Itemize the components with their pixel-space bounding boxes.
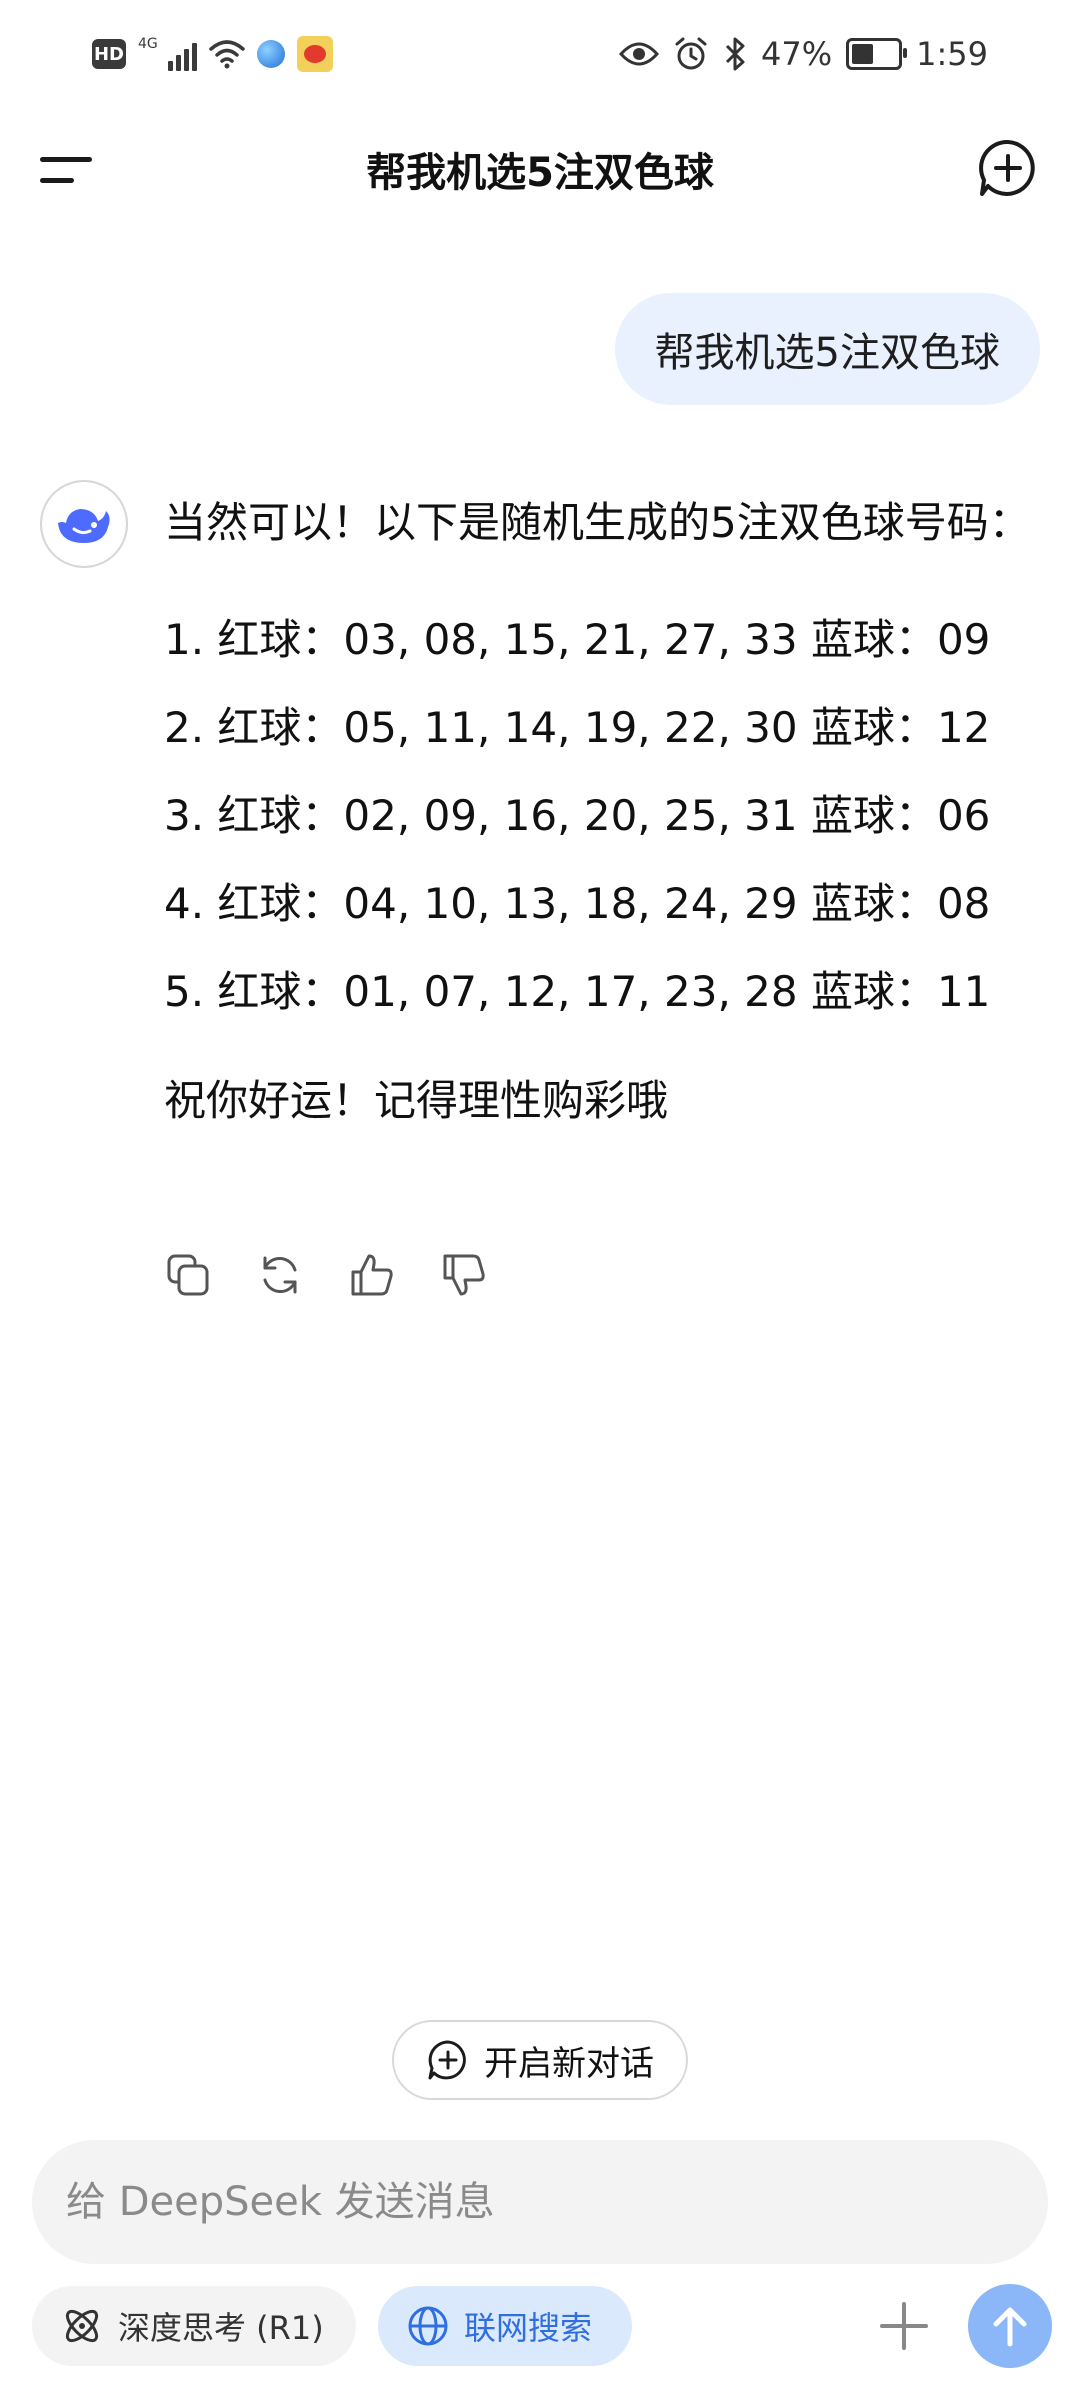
regenerate-icon xyxy=(263,1256,297,1294)
regenerate-button[interactable] xyxy=(256,1251,304,1299)
clock: 1:59 xyxy=(916,35,988,73)
assistant-intro: 当然可以！以下是随机生成的5注双色球号码： xyxy=(164,498,1031,547)
web-search-label: 联网搜索 xyxy=(464,2309,593,2347)
deepseek-whale-icon xyxy=(58,509,110,543)
arrow-up-icon xyxy=(993,2307,1027,2347)
thumbs-up-icon xyxy=(351,1254,393,1296)
alarm-icon xyxy=(675,37,707,70)
eye-icon xyxy=(619,42,660,66)
header: 帮我机选5注双色球 xyxy=(0,110,1080,230)
status-bar: HD 4G 47% 1:59 xyxy=(0,0,1080,110)
page-title: 帮我机选5注双色球 xyxy=(366,150,714,196)
globe-icon xyxy=(408,2306,448,2346)
deep-think-toggle[interactable]: 深度思考 (R1) xyxy=(32,2286,356,2366)
assistant-message: 当然可以！以下是随机生成的5注双色球号码： 1. 红球：03, 08, 15, … xyxy=(164,490,1044,1134)
battery-level xyxy=(852,44,873,64)
send-button[interactable] xyxy=(968,2284,1052,2368)
message-input[interactable] xyxy=(64,2178,1016,2226)
hd-icon: HD xyxy=(92,39,126,69)
plus-circle-icon xyxy=(428,2040,466,2080)
browser-app-icon xyxy=(256,40,285,68)
web-search-toggle[interactable]: 联网搜索 xyxy=(378,2286,632,2366)
signal-icon xyxy=(167,37,197,71)
user-message-bubble: 帮我机选5注双色球 xyxy=(614,293,1040,405)
plus-icon[interactable] xyxy=(876,2298,932,2354)
new-chat-icon[interactable] xyxy=(976,136,1040,200)
weibo-app-icon xyxy=(296,36,333,72)
bluetooth-icon xyxy=(725,37,745,71)
status-right: 47% 1:59 xyxy=(619,28,988,80)
new-conversation-button[interactable]: 开启新对话 xyxy=(392,2020,688,2100)
list-item: 1. 红球：03, 08, 15, 21, 27, 33 蓝球：09 xyxy=(164,615,991,664)
thumbs-down-icon xyxy=(443,1254,485,1296)
thumbs-down-button[interactable] xyxy=(440,1251,488,1299)
status-left: HD 4G xyxy=(92,30,333,78)
copy-button[interactable] xyxy=(164,1251,212,1299)
deep-think-label: 深度思考 (R1) xyxy=(118,2309,324,2347)
assistant-outro: 祝你好运！记得理性购彩哦 xyxy=(164,1076,669,1125)
message-input-box[interactable] xyxy=(32,2140,1048,2264)
network-type: 4G xyxy=(138,36,158,52)
copy-icon xyxy=(167,1254,209,1296)
battery-percent: 47% xyxy=(761,35,833,73)
list-item: 2. 红球：05, 11, 14, 19, 22, 30 蓝球：12 xyxy=(164,703,991,752)
list-item: 4. 红球：04, 10, 13, 18, 24, 29 蓝球：08 xyxy=(164,879,991,928)
lottery-picks: 1. 红球：03, 08, 15, 21, 27, 33 蓝球：09 2. 红球… xyxy=(164,596,1044,1036)
battery-icon xyxy=(846,38,908,70)
avatar xyxy=(40,480,128,568)
thumbs-up-button[interactable] xyxy=(348,1251,396,1299)
input-toolbar: 深度思考 (R1) 联网搜索 xyxy=(0,2284,1080,2370)
list-item: 3. 红球：02, 09, 16, 20, 25, 31 蓝球：06 xyxy=(164,791,991,840)
message-actions xyxy=(164,1240,488,1310)
atom-icon xyxy=(65,2309,99,2343)
new-conversation-label: 开启新对话 xyxy=(484,2043,654,2084)
user-message-text: 帮我机选5注双色球 xyxy=(654,330,1000,376)
list-item: 5. 红球：01, 07, 12, 17, 23, 28 蓝球：11 xyxy=(164,967,991,1016)
wifi-icon xyxy=(209,40,245,69)
